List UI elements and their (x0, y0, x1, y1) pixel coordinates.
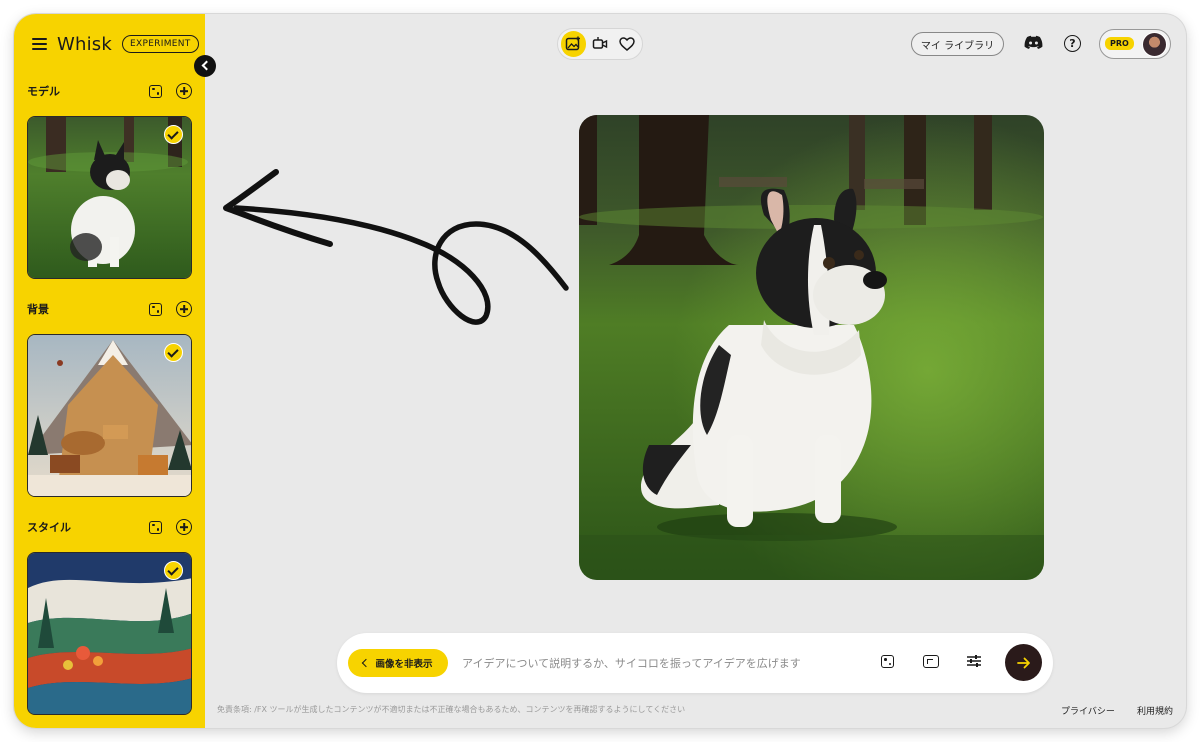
app-window: Whisk EXPERIMENT モデル 背景 スタイル マイ ライブラリ ? … (14, 14, 1186, 728)
section-header-background: 背景 (27, 299, 192, 319)
heart-icon (618, 37, 635, 51)
section-header-style: スタイル (27, 517, 192, 537)
background-image-thumbnail[interactable] (27, 334, 192, 497)
settings-sliders-icon[interactable] (966, 653, 982, 669)
add-icon[interactable] (176, 301, 192, 317)
add-icon[interactable] (176, 519, 192, 535)
section-title-model: モデル (27, 85, 60, 98)
model-image-thumbnail[interactable] (27, 116, 192, 279)
disclaimer-text: 免責条項: /FX ツールが生成したコンテンツが不適切または不正確な場合もあるた… (217, 705, 686, 714)
dice-icon[interactable] (149, 302, 162, 316)
help-icon[interactable]: ? (1064, 35, 1081, 52)
video-icon (592, 37, 608, 49)
experiment-badge: EXPERIMENT (122, 35, 199, 53)
selected-check-icon (164, 561, 183, 580)
image-generate-button[interactable] (561, 31, 586, 57)
section-header-model: モデル (27, 81, 192, 101)
selected-check-icon (164, 343, 183, 362)
generated-image[interactable] (579, 115, 1044, 580)
dice-icon[interactable] (149, 84, 162, 98)
favorites-button[interactable] (614, 31, 639, 57)
section-title-background: 背景 (27, 303, 49, 316)
brand-header: Whisk EXPERIMENT (32, 33, 199, 55)
dog-in-park-image (579, 115, 1044, 580)
add-icon[interactable] (176, 83, 192, 99)
hide-images-button[interactable]: 画像を非表示 (348, 649, 448, 677)
discord-icon[interactable] (1024, 35, 1043, 50)
avatar (1142, 32, 1167, 57)
menu-icon[interactable] (32, 38, 47, 50)
terms-link[interactable]: 利用規約 (1137, 704, 1173, 717)
section-title-style: スタイル (27, 521, 71, 534)
prompt-input[interactable] (462, 652, 867, 674)
privacy-link[interactable]: プライバシー (1061, 704, 1115, 717)
arrow-right-icon (1016, 657, 1030, 668)
dice-icon[interactable] (881, 655, 894, 668)
chevron-left-icon (362, 658, 371, 668)
submit-button[interactable] (1005, 644, 1042, 681)
app-name: Whisk (57, 33, 113, 55)
style-image-thumbnail[interactable] (27, 552, 192, 715)
account-menu[interactable]: PRO (1099, 29, 1171, 59)
prompt-bar: 画像を非表示 (337, 633, 1053, 693)
my-library-button[interactable]: マイ ライブラリ (911, 32, 1004, 56)
hide-images-label: 画像を非表示 (375, 659, 433, 670)
annotation-arrow (223, 169, 569, 325)
dice-icon[interactable] (149, 520, 162, 534)
mode-toolbar (557, 28, 643, 60)
sidebar: Whisk EXPERIMENT モデル 背景 スタイル (14, 14, 205, 728)
video-button[interactable] (588, 31, 613, 57)
pro-badge: PRO (1105, 37, 1134, 50)
image-generate-icon (566, 36, 581, 51)
selected-check-icon (164, 125, 183, 144)
collapse-sidebar-button[interactable] (194, 55, 216, 77)
aspect-ratio-icon[interactable] (923, 655, 939, 668)
